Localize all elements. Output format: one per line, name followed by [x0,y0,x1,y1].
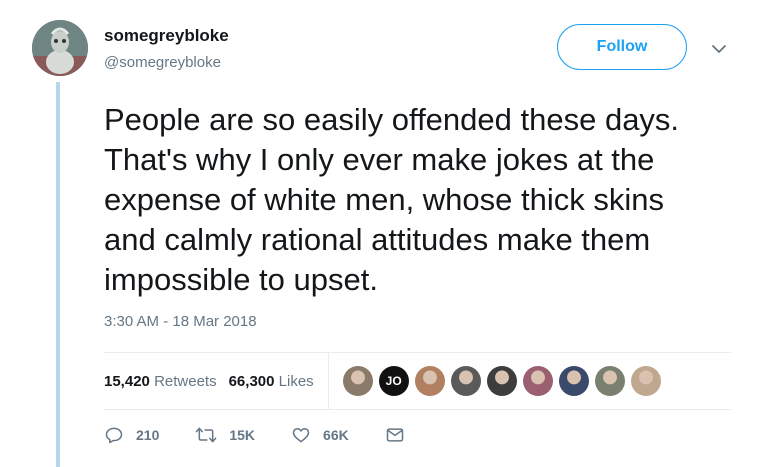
tweet-text: People are so easily offended these days… [104,102,680,297]
reply-icon [105,427,123,444]
retweets-label: Retweets [154,372,217,390]
thread-line [56,82,60,467]
reply-count: 210 [136,427,160,443]
liker-avatar[interactable] [414,366,445,396]
heart-icon [292,428,310,443]
liker-avatar[interactable] [594,366,625,396]
envelope-icon [386,428,403,442]
follow-button[interactable]: Follow [557,24,687,70]
liker-avatar[interactable] [486,366,517,396]
display-name[interactable]: somegreybloke [104,26,229,46]
liker-avatar-initials[interactable]: JO [378,366,409,396]
retweets-count: 15,420 [104,372,150,390]
avatar[interactable] [32,20,88,76]
likes-count: 66,300 [228,372,275,390]
liker-avatar[interactable] [342,366,373,396]
chevron-down-icon[interactable] [710,40,728,58]
likers-list: JO [342,366,667,396]
reply-button[interactable]: 210 [104,425,159,445]
tweet-stats: 15,420 Retweets 66,300 Likes JO [104,353,744,409]
likes-label: Likes [278,372,314,390]
tweet-timestamp[interactable]: 3:30 AM - 18 Mar 2018 [104,313,257,330]
retweet-icon [196,427,217,443]
direct-message-button[interactable] [385,425,417,445]
liker-avatar[interactable] [558,366,589,396]
like-button[interactable]: 66K [291,425,349,445]
grey-figure-avatar-icon [32,20,88,76]
tweet-actions: 210 15K 66K [104,425,417,445]
liker-avatar[interactable] [630,366,661,396]
user-handle[interactable]: @somegreybloke [104,54,221,71]
liker-avatar[interactable] [522,366,553,396]
divider-bottom [104,409,731,410]
stats-separator [327,353,329,409]
liker-avatar[interactable] [450,366,481,396]
retweets-stat[interactable]: 15,420 Retweets [104,373,217,390]
likes-stat[interactable]: 66,300 Likes [229,373,314,390]
retweet-count: 15K [229,427,256,443]
liker-initials: JO [385,374,402,388]
like-count: 66K [323,427,349,443]
retweet-button[interactable]: 15K [195,425,255,445]
